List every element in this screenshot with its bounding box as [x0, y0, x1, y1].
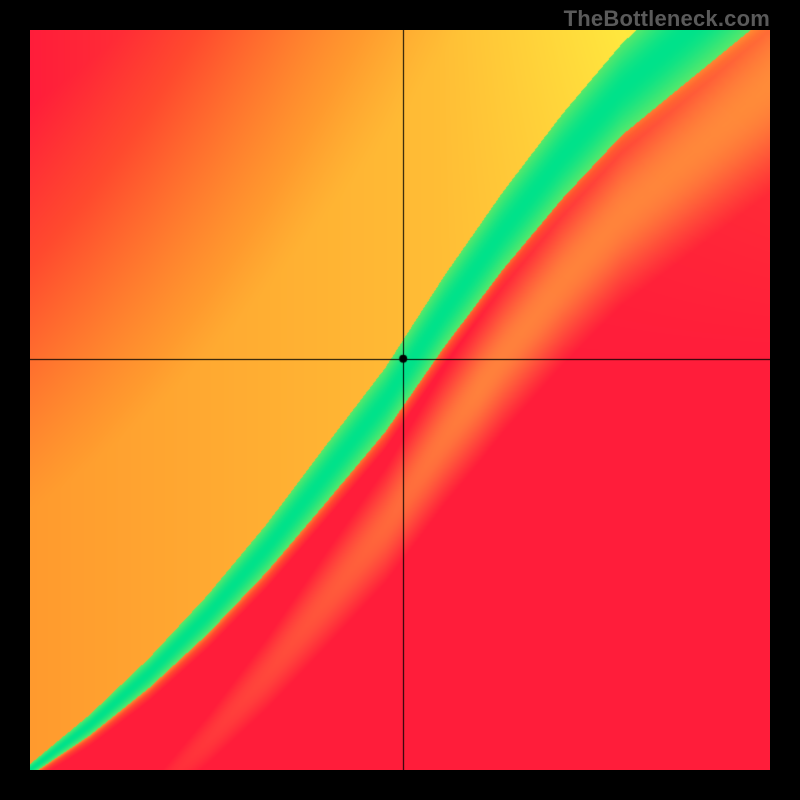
chart-frame: TheBottleneck.com — [0, 0, 800, 800]
plot-area — [30, 30, 770, 770]
heatmap-canvas — [30, 30, 770, 770]
watermark-text: TheBottleneck.com — [564, 6, 770, 32]
